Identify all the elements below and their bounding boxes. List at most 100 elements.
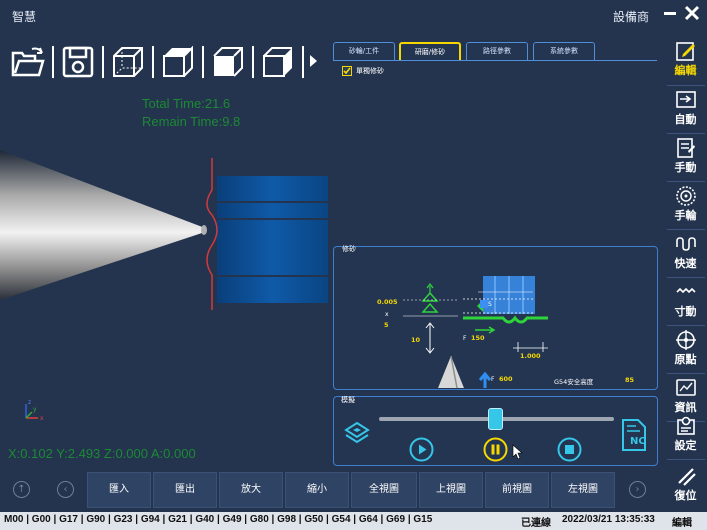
toolbar-divider bbox=[252, 46, 254, 78]
safe-height-value: 85 bbox=[625, 376, 635, 384]
top-view-button[interactable]: 上視圖 bbox=[419, 472, 483, 508]
side-reset-button[interactable]: 復位 bbox=[664, 462, 707, 510]
spindle-f-label: F bbox=[491, 376, 495, 383]
manual-icon bbox=[677, 138, 695, 158]
dress-f-label: F bbox=[463, 335, 467, 342]
tab-path-params[interactable]: 路徑參數 bbox=[466, 42, 528, 60]
side-jog-button[interactable]: 寸動 bbox=[664, 278, 707, 326]
single-dress-checkbox[interactable] bbox=[342, 66, 352, 76]
connection-status: 已連線 bbox=[521, 518, 551, 529]
settings-icon bbox=[677, 416, 695, 435]
remain-time: Remain Time:9.8 bbox=[142, 114, 241, 129]
side-manual-label: 手動 bbox=[674, 161, 697, 174]
auto-icon bbox=[676, 91, 696, 108]
pause-icon[interactable] bbox=[483, 437, 508, 462]
dress-feed-rate-value: 150 bbox=[471, 334, 485, 342]
tab-system-params[interactable]: 系統參數 bbox=[533, 42, 595, 60]
safe-height-label: G54安全高度 bbox=[554, 378, 594, 386]
close-icon[interactable] bbox=[683, 4, 701, 22]
reset-icon bbox=[678, 468, 696, 486]
zoom-out-button[interactable]: 縮小 bbox=[285, 472, 349, 508]
handwheel-icon bbox=[676, 186, 696, 206]
export-button[interactable]: 匯出 bbox=[153, 472, 217, 508]
dress-pitch-value: 1.000 bbox=[520, 352, 541, 360]
side-rapid-button[interactable]: 快速 bbox=[664, 230, 707, 278]
svg-text:z: z bbox=[28, 399, 31, 406]
edit-icon bbox=[676, 42, 695, 61]
toolbar-divider bbox=[102, 46, 104, 78]
nc-label: NC bbox=[630, 436, 646, 447]
total-time: Total Time:21.6 bbox=[142, 96, 231, 111]
side-home-label: 原點 bbox=[674, 353, 697, 366]
info-icon bbox=[676, 379, 696, 396]
side-edit-label: 編輯 bbox=[674, 64, 697, 77]
simulation-slider-thumb[interactable] bbox=[488, 408, 503, 430]
simulation-panel-title: 模擬 bbox=[341, 396, 355, 404]
toolbar-divider bbox=[302, 46, 304, 78]
more-tools-arrow-icon[interactable] bbox=[309, 54, 318, 68]
scroll-right-button[interactable]: › bbox=[629, 481, 646, 498]
dress-feed-value: 0.005 bbox=[377, 298, 398, 306]
play-icon[interactable] bbox=[409, 437, 434, 462]
front-view-icon[interactable] bbox=[210, 44, 246, 80]
toolbar-divider bbox=[202, 46, 204, 78]
side-home-button[interactable]: 原點 bbox=[664, 326, 707, 374]
dressing-panel-title: 修砂 bbox=[342, 245, 356, 253]
dresser-cone bbox=[438, 356, 464, 388]
import-button[interactable]: 匯入 bbox=[87, 472, 151, 508]
dresser-profile bbox=[463, 315, 548, 324]
jog-icon bbox=[676, 287, 696, 294]
coordinate-readout: X:0.102 Y:2.493 Z:0.000 A:0.000 bbox=[8, 446, 196, 461]
tab-wheel-workpiece[interactable]: 砂輪/工件 bbox=[333, 42, 395, 60]
side-view-icon[interactable] bbox=[260, 44, 296, 80]
scroll-up-button[interactable]: ↑ bbox=[13, 481, 30, 498]
side-manual-button[interactable]: 手動 bbox=[664, 134, 707, 182]
side-handwheel-button[interactable]: 手輪 bbox=[664, 182, 707, 230]
dress-count-value: 5 bbox=[384, 321, 389, 329]
home-origin-icon bbox=[676, 330, 696, 350]
status-datetime: 2022/03/21 13:35:33 bbox=[562, 514, 655, 525]
side-auto-label: 自動 bbox=[674, 113, 697, 126]
side-settings-label: 設定 bbox=[674, 439, 697, 452]
cone-tool bbox=[0, 150, 205, 300]
save-icon[interactable] bbox=[60, 44, 96, 80]
app-title: 智慧 bbox=[12, 10, 37, 24]
dress-depth-value: 10 bbox=[411, 336, 421, 344]
zoom-in-button[interactable]: 放大 bbox=[219, 472, 283, 508]
side-divider bbox=[667, 459, 705, 460]
left-view-button[interactable]: 左視圖 bbox=[551, 472, 615, 508]
dress-s-label: S bbox=[488, 301, 492, 308]
svg-text:x: x bbox=[40, 415, 44, 422]
top-view-icon[interactable] bbox=[160, 44, 196, 80]
mode-status: 編輯 bbox=[672, 518, 692, 529]
spindle-feed-value: 600 bbox=[499, 375, 513, 383]
workpiece-profile-line bbox=[206, 158, 218, 310]
vendor-label: 設備商 bbox=[612, 10, 649, 24]
open-folder-icon[interactable] bbox=[10, 44, 46, 80]
front-view-button[interactable]: 前視圖 bbox=[485, 472, 549, 508]
mouse-cursor-icon bbox=[512, 444, 523, 460]
rapid-icon bbox=[676, 237, 696, 251]
svg-text:y: y bbox=[33, 406, 37, 413]
iso-view-icon[interactable] bbox=[110, 44, 146, 80]
side-handwheel-label: 手輪 bbox=[674, 209, 697, 222]
active-gcodes: M00 | G00 | G17 | G90 | G23 | G94 | G21 … bbox=[4, 514, 433, 525]
grinding-viewport[interactable] bbox=[0, 150, 330, 310]
side-jog-label: 寸動 bbox=[674, 305, 697, 318]
layers-icon[interactable] bbox=[343, 420, 371, 448]
toolbar-divider bbox=[152, 46, 154, 78]
full-view-button[interactable]: 全視圖 bbox=[351, 472, 417, 508]
scroll-left-button[interactable]: ‹ bbox=[57, 481, 74, 498]
dressing-diagram bbox=[403, 276, 548, 389]
nc-file-icon[interactable]: NC bbox=[620, 418, 648, 452]
side-edit-button[interactable]: 編輯 bbox=[664, 37, 707, 85]
stop-icon[interactable] bbox=[557, 437, 582, 462]
minimize-icon[interactable] bbox=[663, 6, 677, 20]
side-settings-button[interactable]: 設定 bbox=[664, 412, 707, 460]
side-auto-button[interactable]: 自動 bbox=[664, 86, 707, 134]
tab-grind-dress[interactable]: 研磨/修砂 bbox=[399, 42, 461, 60]
single-dress-label: 單獨修砂 bbox=[356, 67, 384, 75]
dress-x-label: x bbox=[385, 311, 389, 318]
workpiece-segment-2 bbox=[217, 203, 328, 218]
checkmark-icon bbox=[343, 67, 351, 75]
